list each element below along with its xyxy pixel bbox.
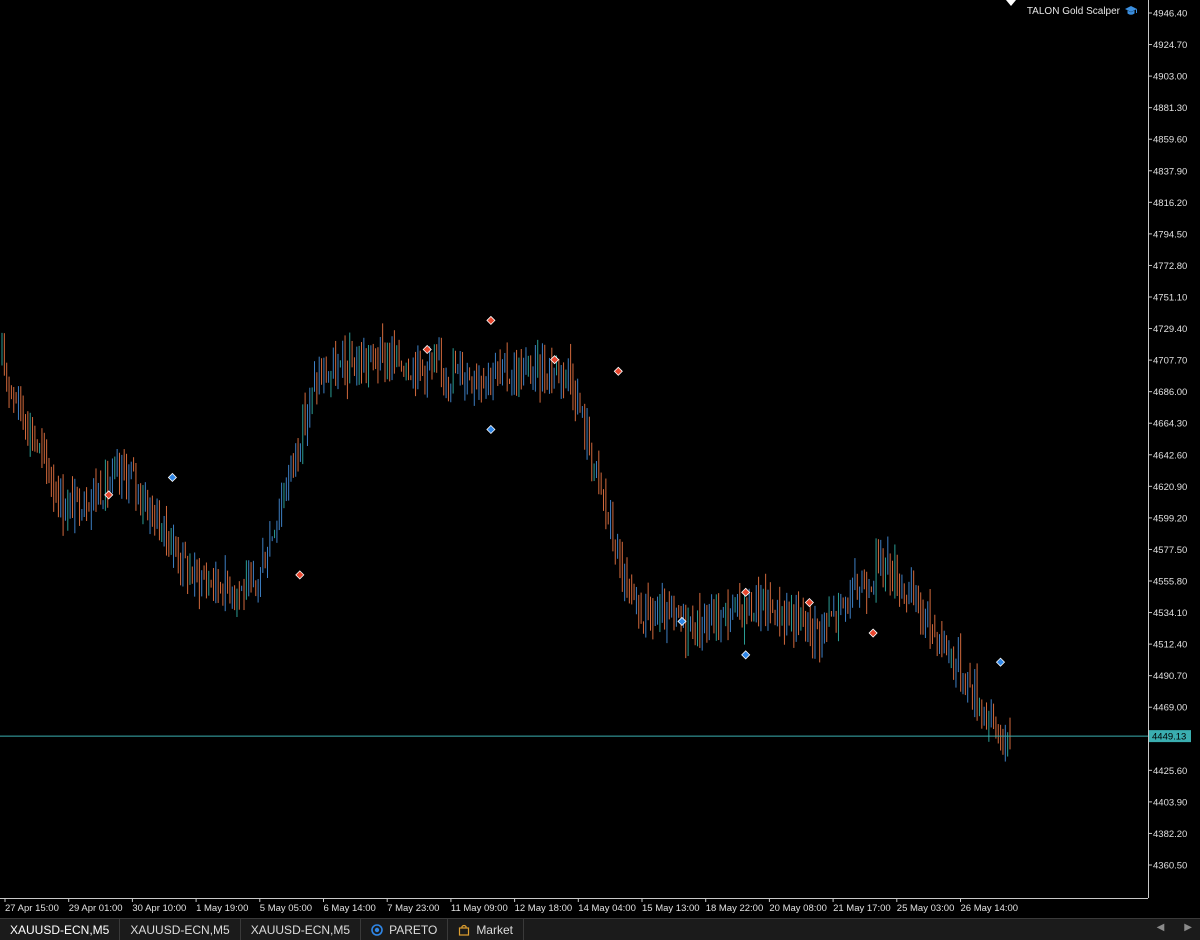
scroll-left-icon[interactable]: ◀ (1157, 922, 1165, 933)
price-tick-label: 4881.30 (1153, 103, 1187, 114)
sell-signal-marker (486, 315, 496, 325)
price-tick-label: 4490.70 (1153, 671, 1187, 682)
price-tick-label: 4903.00 (1153, 72, 1187, 83)
time-tick-label: 12 May 18:00 (515, 903, 573, 914)
current-price-label: 4449.13 (1152, 732, 1186, 743)
price-chart[interactable]: 4946.40 4924.70 4903.00 4881.30 4859.60 4837.… (0, 0, 1200, 918)
tab-label: PARETO (389, 922, 438, 937)
sell-signal-marker (295, 570, 305, 580)
price-tick-label: 4859.60 (1153, 135, 1187, 146)
time-tick-label: 14 May 04:00 (578, 903, 636, 914)
time-tick-label: 7 May 23:00 (387, 903, 439, 914)
scroll-right-icon[interactable]: ▶ (1184, 922, 1192, 933)
chart-area[interactable]: 4946.40 4924.70 4903.00 4881.30 4859.60 4837.… (0, 0, 1200, 918)
time-tick-label: 5 May 05:00 (260, 903, 312, 914)
time-tick-label: 1 May 19:00 (196, 903, 248, 914)
time-tick-label: 27 Apr 15:00 (5, 903, 59, 914)
price-tick-label: 4751.10 (1153, 293, 1187, 304)
tab-xauusd-1[interactable]: XAUUSD-ECN,M5 (0, 919, 121, 940)
price-tick-label: 4664.30 (1153, 419, 1187, 430)
price-tick-label: 4707.70 (1153, 356, 1187, 367)
tab-scroll: ◀ ▶ (1157, 922, 1192, 933)
indicator-label: TALON Gold Scalper (1027, 5, 1138, 17)
sell-signal-marker (804, 597, 814, 608)
price-tick-label: 4403.90 (1153, 797, 1187, 808)
time-tick-label: 20 May 08:00 (769, 903, 827, 914)
price-bars (1, 323, 1011, 762)
sell-signal-marker (104, 490, 114, 500)
price-tick-label: 4599.20 (1153, 513, 1187, 524)
chart-tab-bar: XAUUSD-ECN,M5 XAUUSD-ECN,M5 XAUUSD-ECN,M… (0, 918, 1200, 940)
time-tick-label: 29 Apr 01:00 (69, 903, 123, 914)
sell-signal-marker (613, 366, 623, 376)
price-tick-label: 4946.40 (1153, 9, 1187, 20)
buy-signal-marker (995, 657, 1006, 667)
price-tick-label: 4534.10 (1153, 608, 1187, 619)
price-tick-label: 4512.40 (1153, 640, 1187, 651)
price-tick-label: 4816.20 (1153, 198, 1187, 209)
buy-signal-marker (677, 616, 687, 626)
time-tick-label: 25 May 03:00 (897, 903, 955, 914)
sell-signal-marker (741, 587, 751, 597)
price-tick-label: 4837.90 (1153, 166, 1187, 177)
price-tick-label: 4772.80 (1153, 261, 1187, 272)
tab-xauusd-3[interactable]: XAUUSD-ECN,M5 (241, 919, 362, 940)
price-tick-label: 4924.70 (1153, 40, 1187, 51)
price-tick-label: 4794.50 (1153, 229, 1187, 240)
buy-signal-marker (167, 472, 177, 483)
price-tick-label: 4642.60 (1153, 450, 1187, 461)
time-tick-label: 30 Apr 10:00 (132, 903, 186, 914)
price-tick-label: 4555.80 (1153, 577, 1187, 588)
tab-xauusd-2[interactable]: XAUUSD-ECN,M5 (120, 919, 241, 940)
price-tick-label: 4729.40 (1153, 324, 1187, 335)
time-tick-label: 11 May 09:00 (451, 903, 508, 914)
price-tick-label: 4360.50 (1153, 861, 1187, 872)
tab-label: XAUUSD-ECN,M5 (10, 922, 110, 937)
tab-pareto[interactable]: PARETO (361, 919, 449, 940)
time-tick-label: 26 May 14:00 (961, 903, 1019, 914)
time-tick-label: 15 May 13:00 (642, 903, 700, 914)
price-tick-label: 4686.00 (1153, 387, 1187, 398)
price-tick-label: 4577.50 (1153, 545, 1187, 556)
buy-signal-marker (486, 424, 496, 435)
indicator-name: TALON Gold Scalper (1026, 5, 1120, 17)
tab-label: XAUUSD-ECN,M5 (250, 922, 351, 937)
tab-market[interactable]: Market (448, 919, 524, 940)
graduation-cap-icon (1125, 6, 1137, 15)
price-tick-label: 4425.60 (1153, 766, 1187, 777)
time-tick-label: 21 May 17:00 (833, 903, 891, 914)
pareto-icon (371, 923, 383, 936)
market-bag-icon (459, 924, 470, 936)
time-tick-label: 6 May 14:00 (324, 903, 376, 914)
time-tick-label: 18 May 22:00 (706, 903, 764, 914)
tab-label: XAUUSD-ECN,M5 (130, 922, 230, 937)
price-tick-label: 4469.00 (1153, 703, 1187, 714)
sell-signal-marker (868, 628, 878, 638)
price-tick-label: 4620.90 (1153, 482, 1187, 493)
tab-label: Market (476, 922, 513, 937)
one-click-trading-toggle-icon[interactable] (1006, 0, 1016, 6)
price-tick-label: 4382.20 (1153, 829, 1187, 840)
buy-signal-marker (741, 650, 751, 660)
